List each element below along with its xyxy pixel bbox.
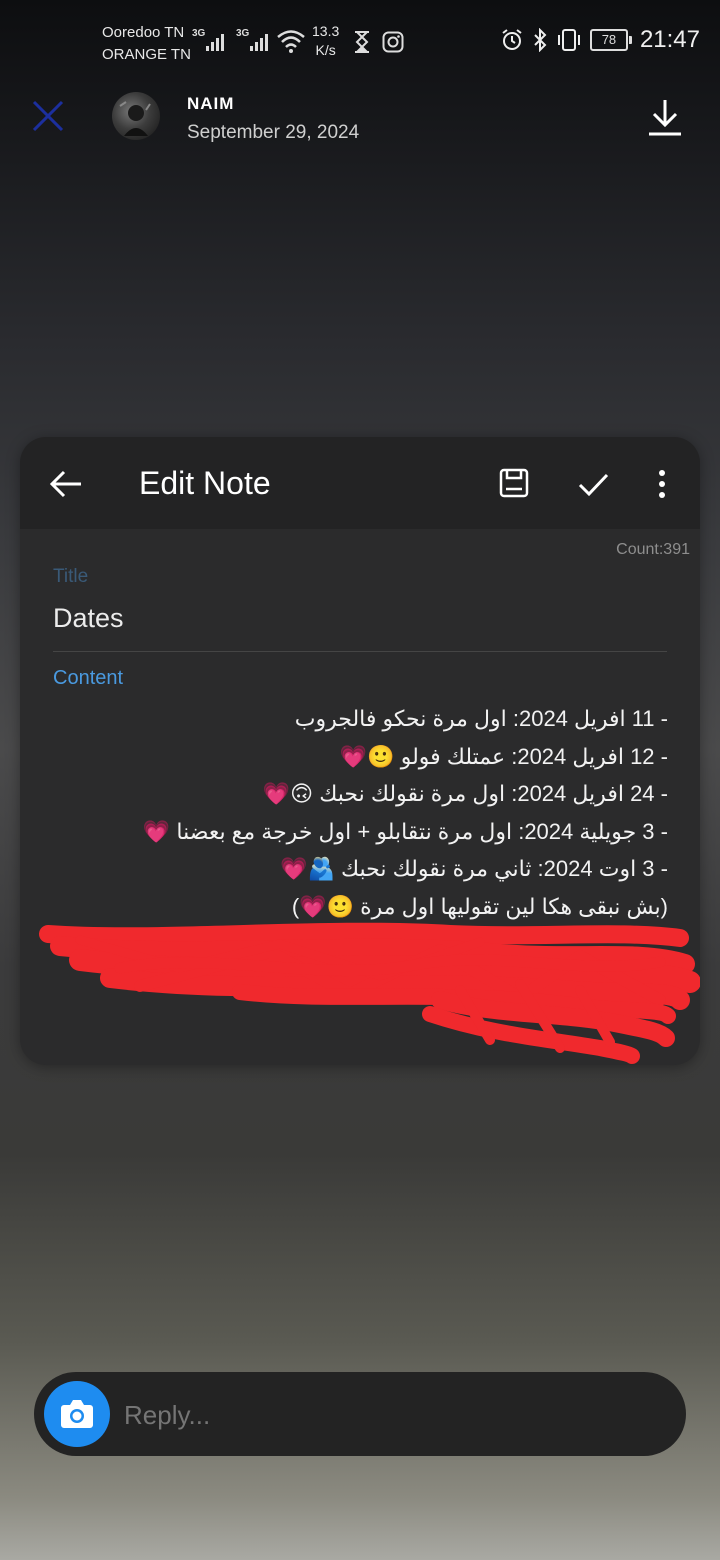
download-icon[interactable] (645, 96, 685, 138)
message-date: September 29, 2024 (187, 122, 360, 143)
status-right-group: 78 21:47 (500, 26, 700, 54)
reply-bar (34, 1372, 686, 1458)
hourglass-icon (355, 31, 369, 53)
content-line: - 12 افريل 2024: عمتلك فولو 🙂💗 (339, 743, 668, 769)
speed-unit: K/s (315, 42, 336, 58)
instagram-icon (382, 31, 404, 53)
content-field[interactable]: - 11 افريل 2024: اول مرة نحكو فالجروب - … (44, 700, 668, 925)
save-icon[interactable] (498, 467, 530, 499)
carrier-1: Ooredoo TN (102, 24, 185, 41)
battery-icon: 78 (589, 29, 632, 51)
content-line: - 3 اوت 2024: ثاني مرة نقولك نحبك 🫂💗 (280, 856, 668, 881)
vibrate-icon (557, 29, 580, 51)
carrier-2: ORANGE TN (102, 46, 191, 63)
content-label: Content (53, 667, 124, 689)
title-field[interactable]: Dates (53, 603, 124, 634)
wifi-icon (277, 30, 305, 53)
carrier-names: Ooredoo TN ORANGE TN (102, 22, 191, 66)
reply-input[interactable] (122, 1372, 646, 1458)
camera-icon (61, 1400, 93, 1428)
back-arrow-icon[interactable] (48, 467, 84, 501)
bluetooth-icon (534, 28, 547, 52)
content-line: - 24 افريل 2024: اول مرة نقولك نحبك 🙃💗 (262, 781, 668, 806)
divider (53, 651, 667, 652)
close-icon[interactable] (28, 96, 68, 136)
clock: 21:47 (639, 26, 700, 53)
avatar[interactable] (112, 92, 160, 140)
content-line: - 11 افريل 2024: اول مرة نحكو فالجروب (294, 706, 668, 731)
check-icon[interactable] (576, 467, 610, 501)
sender-name: NAIM (187, 94, 235, 113)
page-title: Edit Note (139, 465, 271, 501)
camera-button[interactable] (44, 1381, 110, 1447)
speed-value: 13.3 (312, 23, 340, 39)
title-label: Title (53, 566, 89, 587)
character-count: Count:391 (616, 541, 690, 558)
note-appbar: Edit Note (20, 437, 700, 529)
battery-level: 78 (589, 29, 628, 51)
more-vert-icon[interactable] (650, 467, 674, 501)
network-speed: 13.3 K/s (312, 22, 339, 60)
alarm-icon (502, 29, 522, 50)
content-line: - 3 جويلية 2024: اول مرة نتقابلو + اول خ… (142, 818, 668, 844)
redaction-scribble (39, 922, 700, 1064)
status-bar: Ooredoo TN ORANGE TN 3G 3G 13.3 K/s 78 2… (0, 0, 720, 80)
